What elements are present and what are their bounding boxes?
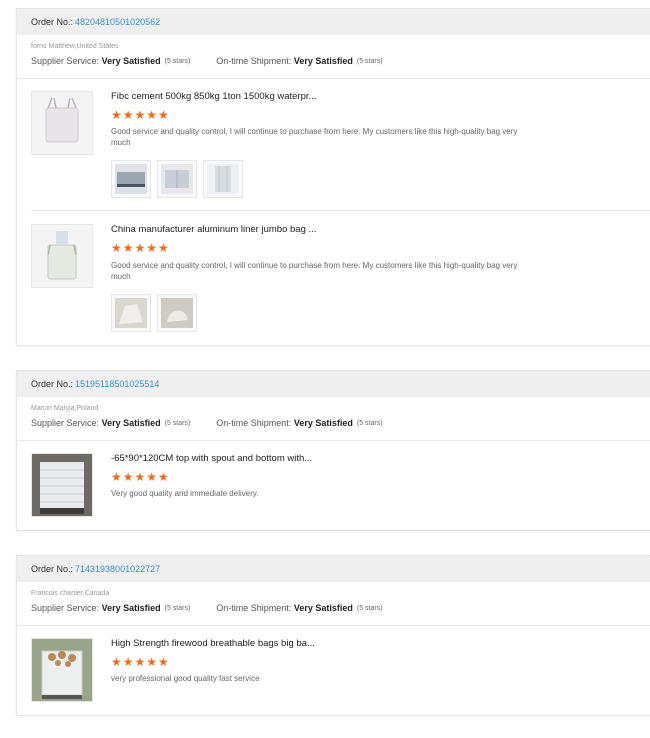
order-ratings: Supplier Service: Very Satisfied (5 star… (17, 597, 650, 615)
review-comment: Very good quality and immediate delivery… (111, 489, 259, 498)
order-card: Order No.: 48204810501020562 forns Matth… (16, 8, 650, 346)
rating-stars: ★★★★★ (111, 241, 170, 255)
review-photo[interactable] (157, 294, 197, 332)
shipment-label: On-time Shipment: (216, 603, 292, 613)
order-number-link[interactable]: 15195118501025514 (75, 379, 159, 389)
product-title-link[interactable]: -65*90*120CM top with spout and bottom w… (111, 453, 312, 464)
order-card: Order No.: 71431938001022727 Francois ch… (16, 555, 650, 716)
review-photo[interactable] (203, 160, 243, 198)
order-header: Order No.: 15195118501025514 (17, 371, 650, 397)
review-photo[interactable] (157, 160, 197, 198)
review-comment: very professional good quality fast serv… (111, 674, 260, 683)
supplier-service-value: Very Satisfied (101, 418, 161, 428)
shipment-stars: (5 stars) (356, 419, 383, 427)
supplier-service-stars: (5 stars) (164, 419, 191, 427)
supplier-service-value: Very Satisfied (101, 603, 161, 613)
shipment-value: Very Satisfied (293, 418, 353, 428)
rating-stars: ★★★★★ (111, 108, 170, 122)
order-label: Order No.: (31, 379, 74, 389)
order-number-link[interactable]: 48204810501020562 (75, 17, 160, 27)
order-header: Order No.: 48204810501020562 (17, 9, 650, 35)
supplier-service-stars: (5 stars) (164, 57, 191, 65)
divider (17, 625, 650, 626)
review-photos (111, 294, 197, 332)
product-thumbnail[interactable] (31, 453, 93, 517)
shipment-label: On-time Shipment: (216, 418, 292, 428)
product-thumbnail[interactable] (31, 638, 93, 702)
review-photo[interactable] (111, 294, 151, 332)
supplier-service-stars: (5 stars) (164, 604, 191, 612)
review-photo[interactable] (111, 160, 151, 198)
order-number-link[interactable]: 71431938001022727 (75, 564, 160, 574)
shipment-stars: (5 stars) (356, 57, 383, 65)
buyer-name: Francois chartier,Canada (31, 590, 110, 597)
supplier-service-label: Supplier Service: (31, 603, 100, 613)
order-ratings: Supplier Service: Very Satisfied (5 star… (17, 50, 650, 68)
review-photos (111, 160, 243, 198)
supplier-service-value: Very Satisfied (101, 56, 161, 66)
order-card: Order No.: 15195118501025514 Marcin Maty… (16, 370, 650, 531)
buyer-name: Marcin Matyja,Poland (31, 405, 99, 412)
shipment-label: On-time Shipment: (216, 56, 292, 66)
order-label: Order No.: (31, 17, 74, 27)
order-header: Order No.: 71431938001022727 (17, 556, 650, 582)
rating-stars: ★★★★★ (111, 655, 170, 669)
product-title-link[interactable]: High Strength firewood breathable bags b… (111, 638, 315, 649)
supplier-service-label: Supplier Service: (31, 56, 100, 66)
supplier-service-label: Supplier Service: (31, 418, 100, 428)
review-comment: Good service and quality control, I will… (111, 261, 518, 281)
buyer-name: forns Matthew,United States (31, 43, 119, 50)
divider (17, 440, 650, 441)
rating-stars: ★★★★★ (111, 470, 170, 484)
item-divider (31, 210, 650, 211)
product-title-link[interactable]: China manufacturer aluminum liner jumbo … (111, 224, 316, 235)
product-thumbnail[interactable] (31, 224, 93, 288)
order-label: Order No.: (31, 564, 74, 574)
shipment-value: Very Satisfied (293, 603, 353, 613)
shipment-value: Very Satisfied (293, 56, 353, 66)
review-comment: Good service and quality control, I will… (111, 127, 518, 147)
product-thumbnail[interactable] (31, 91, 93, 155)
order-ratings: Supplier Service: Very Satisfied (5 star… (17, 412, 650, 430)
divider (17, 78, 650, 79)
product-title-link[interactable]: Fibc cement 500kg 850kg 1ton 1500kg wate… (111, 91, 316, 102)
shipment-stars: (5 stars) (356, 604, 383, 612)
